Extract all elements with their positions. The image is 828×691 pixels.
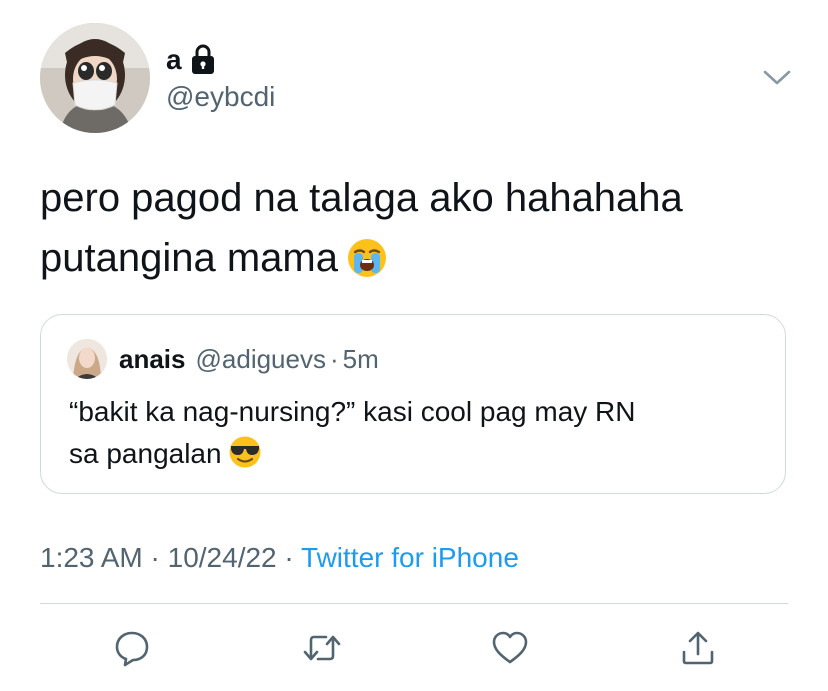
author-avatar[interactable] — [40, 23, 150, 133]
lock-icon — [190, 44, 216, 76]
sunglasses-face-icon — [228, 435, 262, 481]
quoted-author-name[interactable]: anais — [119, 344, 186, 375]
loudly-crying-face-icon — [346, 236, 388, 296]
author-handle[interactable]: @eybcdi — [166, 80, 275, 114]
tweet-date[interactable]: 10/24/22 — [168, 542, 277, 573]
separator-dot: · — [329, 343, 339, 374]
author-display-name[interactable]: a — [166, 44, 182, 76]
reply-icon[interactable] — [112, 628, 152, 668]
chevron-down-icon[interactable] — [762, 67, 792, 89]
quoted-text-fragment: sa pangalan — [69, 438, 222, 469]
quoted-text-line: “bakit ka nag-nursing?” kasi cool pag ma… — [69, 396, 636, 427]
quoted-tweet-card[interactable]: anais @adiguevs · 5m “bakit ka nag-nursi… — [40, 314, 786, 494]
quoted-tweet-header: anais @adiguevs · 5m — [67, 339, 379, 379]
tweet-source-link[interactable]: Twitter for iPhone — [301, 542, 519, 573]
retweet-icon[interactable] — [302, 628, 342, 668]
tweet-text: pero pagod na talaga ako hahahaha putang… — [40, 168, 800, 296]
tweet-meta: 1:23 AM · 10/24/22 · Twitter for iPhone — [40, 540, 519, 576]
quoted-tweet-text: “bakit ka nag-nursing?” kasi cool pag ma… — [69, 391, 749, 481]
quoted-tweet-time[interactable]: 5m — [343, 344, 379, 375]
tweet-text-line: putangina mama — [40, 228, 800, 296]
profile-photo — [40, 23, 150, 133]
tweet-text-line: pero pagod na talaga ako hahahaha — [40, 176, 683, 220]
quoted-author-handle[interactable]: @adiguevs — [196, 344, 326, 375]
separator-dot: · — [284, 542, 294, 573]
share-icon[interactable] — [678, 628, 718, 668]
separator-dot: · — [150, 542, 160, 573]
quoted-text-line: sa pangalan — [69, 433, 749, 481]
tweet-text-fragment: putangina mama — [40, 236, 338, 280]
profile-photo — [67, 339, 107, 379]
divider — [40, 603, 788, 604]
quoted-author-avatar[interactable] — [67, 339, 107, 379]
author-name-row: a — [166, 44, 216, 76]
tweet-time[interactable]: 1:23 AM — [40, 542, 143, 573]
like-icon[interactable] — [490, 628, 530, 668]
